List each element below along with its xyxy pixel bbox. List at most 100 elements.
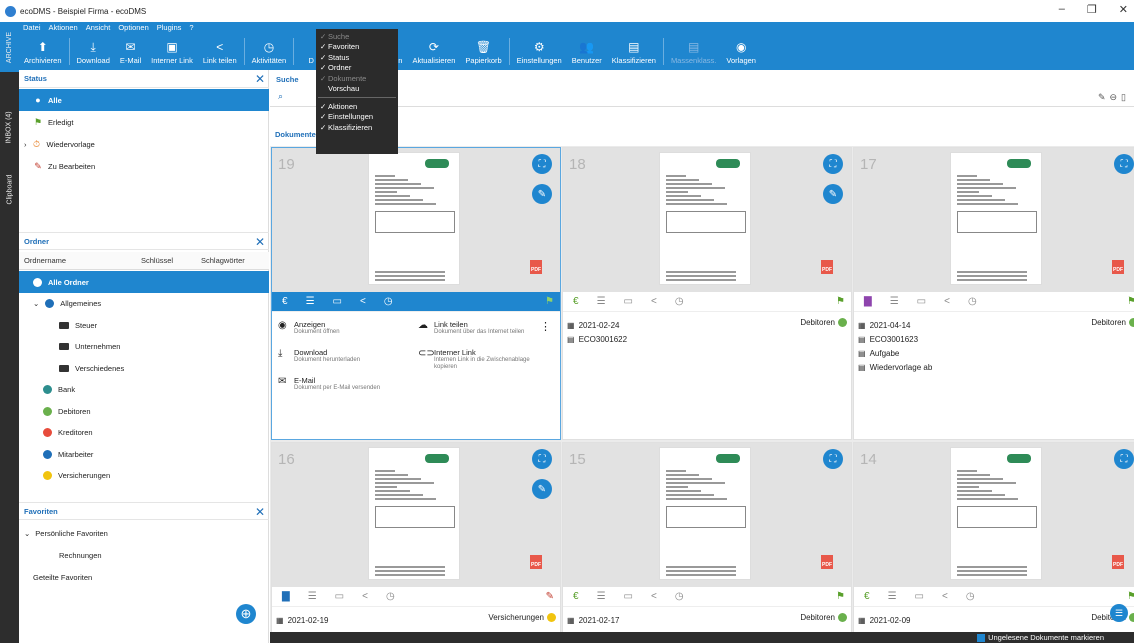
- toolbar-button-10[interactable]: 🗑 Papierkorb: [460, 33, 506, 70]
- fullscreen-button[interactable]: ⛶: [823, 449, 843, 469]
- tag-icon[interactable]: ▭: [624, 296, 633, 307]
- folder-item[interactable]: Steuer: [19, 314, 269, 336]
- tag-icon[interactable]: ▭: [333, 296, 342, 307]
- toolbar-button-1[interactable]: ⤓ Download: [72, 33, 115, 70]
- status-item[interactable]: ⚑ Erledigt: [19, 111, 269, 133]
- toolbar-button-14[interactable]: ▤ Massenklass.: [666, 33, 721, 70]
- fullscreen-button[interactable]: ⛶: [532, 449, 552, 469]
- toolbar-button-5[interactable]: ◷ Aktivitäten: [247, 33, 292, 70]
- close-icon[interactable]: ✕: [255, 505, 265, 519]
- menu-0[interactable]: Datei: [23, 23, 41, 32]
- euro-icon[interactable]: ▇: [282, 591, 290, 602]
- folder-item[interactable]: Unternehmen: [19, 336, 269, 358]
- euro-icon[interactable]: €: [282, 296, 288, 307]
- search-tools[interactable]: ✎⊖▯: [1098, 92, 1130, 103]
- folder-item[interactable]: Verschiedenes: [19, 357, 269, 379]
- search-input[interactable]: ⌕: [270, 87, 1134, 107]
- menu-2[interactable]: Ansicht: [86, 23, 111, 32]
- euro-icon[interactable]: ▇: [864, 296, 872, 307]
- share-icon[interactable]: <: [360, 296, 366, 307]
- close-icon[interactable]: ✕: [255, 235, 265, 249]
- document-card[interactable]: 17 ⛶ PDF ▇ ☰ ▭ < ◷ ⚑ ▦ 2021-04-14 Debitoren ▤ ECO3001…: [853, 147, 1134, 440]
- toolbar-button-15[interactable]: ◉ Vorlagen: [721, 33, 761, 70]
- edit-button[interactable]: ✎: [823, 184, 843, 204]
- status-item[interactable]: ● Alle: [19, 89, 269, 111]
- close-window-button[interactable]: ✕: [1119, 3, 1128, 16]
- menu-4[interactable]: Plugins: [157, 23, 182, 32]
- view-menu-item[interactable]: ✓ Einstellungen: [316, 112, 398, 123]
- folder-item[interactable]: Bank: [19, 379, 269, 401]
- maximize-button[interactable]: ❐: [1087, 3, 1097, 16]
- document-thumbnail[interactable]: 16 ⛶ ✎ PDF: [272, 443, 560, 587]
- fullscreen-button[interactable]: ⛶: [823, 154, 843, 174]
- folder-item[interactable]: Versicherungen: [19, 465, 269, 487]
- document-card[interactable]: 16 ⛶ ✎ PDF ▇ ☰ ▭ < ◷ ✎ ▦ 2021-02-19 Versicherungen: [271, 442, 561, 642]
- list-icon[interactable]: ☰: [597, 296, 606, 307]
- vtab-clipboard[interactable]: Clipboard: [0, 164, 19, 214]
- list-icon[interactable]: ☰: [308, 591, 317, 602]
- menu-5[interactable]: ?: [189, 23, 193, 32]
- action-item[interactable]: ⊂⊃ Interner Link Internen Link in die Zwis…: [418, 348, 548, 371]
- chevron-right-icon[interactable]: ›: [24, 140, 27, 149]
- edit-button[interactable]: ✎: [532, 184, 552, 204]
- toolbar-button-11[interactable]: ⚙ Einstellungen: [512, 33, 567, 70]
- edit-button[interactable]: ✎: [532, 479, 552, 499]
- view-menu-item[interactable]: ✓ Dokumente: [316, 73, 398, 84]
- history-icon[interactable]: ◷: [966, 591, 975, 602]
- view-menu-item[interactable]: ✓ Aktionen: [316, 101, 398, 112]
- list-icon[interactable]: ☰: [890, 296, 899, 307]
- document-card[interactable]: 15 ⛶ PDF € ☰ ▭ < ◷ ⚑ ▦ 2021-02-17 Debitoren: [562, 442, 852, 642]
- action-item[interactable]: ✉ E-Mail Dokument per E-Mail versenden: [278, 376, 408, 392]
- fullscreen-button[interactable]: ⛶: [1114, 449, 1134, 469]
- fav-rechnungen[interactable]: Rechnungen: [19, 544, 269, 566]
- document-thumbnail[interactable]: 18 ⛶ ✎ PDF: [563, 148, 851, 292]
- share-icon[interactable]: <: [944, 296, 950, 307]
- list-icon[interactable]: ☰: [597, 591, 606, 602]
- column-schlagwoerter[interactable]: Schlagwörter: [201, 256, 245, 265]
- action-item[interactable]: ☁ Link teilen Dokument über das Internet t…: [418, 320, 548, 336]
- toolbar-button-2[interactable]: ✉ E-Mail: [115, 33, 146, 70]
- toolbar-button-9[interactable]: ⟳ Aktualisieren: [407, 33, 460, 70]
- share-icon[interactable]: <: [651, 591, 657, 602]
- close-icon[interactable]: ✕: [255, 72, 265, 86]
- document-thumbnail[interactable]: 14 ⛶ PDF: [854, 443, 1134, 587]
- view-menu-item[interactable]: ✓ Suche: [316, 31, 398, 42]
- action-item[interactable]: ⤓ Download Dokument herunterladen: [278, 348, 408, 364]
- share-icon[interactable]: <: [651, 296, 657, 307]
- history-icon[interactable]: ◷: [675, 591, 684, 602]
- euro-icon[interactable]: €: [864, 591, 870, 602]
- menu-1[interactable]: Aktionen: [49, 23, 78, 32]
- document-card[interactable]: 19 ⛶ ✎ PDF € ☰ ▭ < ◷ ⚑ ◉ Anzeigen Dokument öffnen ☁ Li…: [271, 147, 561, 440]
- unread-checkbox[interactable]: Ungelesene Dokumente markieren: [977, 633, 1104, 642]
- folder-item[interactable]: Alle Ordner: [19, 271, 269, 293]
- view-menu-item[interactable]: ✓ Ordner: [316, 63, 398, 74]
- more-icon[interactable]: ⋮: [540, 320, 551, 333]
- folder-item[interactable]: Mitarbeiter: [19, 443, 269, 465]
- status-item[interactable]: ✎ Zu Bearbeiten: [19, 155, 269, 177]
- column-schluessel[interactable]: Schlüssel: [141, 256, 173, 265]
- list-icon[interactable]: ☰: [306, 296, 315, 307]
- euro-icon[interactable]: €: [573, 591, 579, 602]
- view-menu-item[interactable]: ✓ Status: [316, 52, 398, 63]
- folder-item[interactable]: ⌄ Allgemeines: [19, 293, 269, 315]
- tag-icon[interactable]: ▭: [915, 591, 924, 602]
- document-thumbnail[interactable]: 15 ⛶ PDF: [563, 443, 851, 587]
- history-icon[interactable]: ◷: [384, 296, 393, 307]
- toolbar-button-12[interactable]: 👥 Benutzer: [567, 33, 607, 70]
- toolbar-button-13[interactable]: ▤ Klassifizieren: [607, 33, 661, 70]
- add-button[interactable]: ⊕: [236, 604, 256, 624]
- action-item[interactable]: ◉ Anzeigen Dokument öffnen: [278, 320, 408, 336]
- folder-item[interactable]: Kreditoren: [19, 422, 269, 444]
- column-ordnername[interactable]: Ordnername: [24, 256, 66, 265]
- fullscreen-button[interactable]: ⛶: [532, 154, 552, 174]
- fav-shared[interactable]: Geteilte Favoriten: [19, 566, 269, 588]
- euro-icon[interactable]: €: [573, 296, 579, 307]
- tag-icon[interactable]: ▭: [335, 591, 344, 602]
- minimize-button[interactable]: –: [1059, 3, 1065, 16]
- toolbar-button-3[interactable]: ▣ Interner Link: [146, 33, 198, 70]
- list-icon[interactable]: ☰: [888, 591, 897, 602]
- document-thumbnail[interactable]: 17 ⛶ PDF: [854, 148, 1134, 292]
- view-menu-item[interactable]: Vorschau: [316, 84, 398, 95]
- view-menu-item[interactable]: ✓ Klassifizieren: [316, 122, 398, 133]
- document-card[interactable]: 14 ⛶ PDF € ☰ ▭ < ◷ ⚑ ▦ 2021-02-09 Debitoren: [853, 442, 1134, 642]
